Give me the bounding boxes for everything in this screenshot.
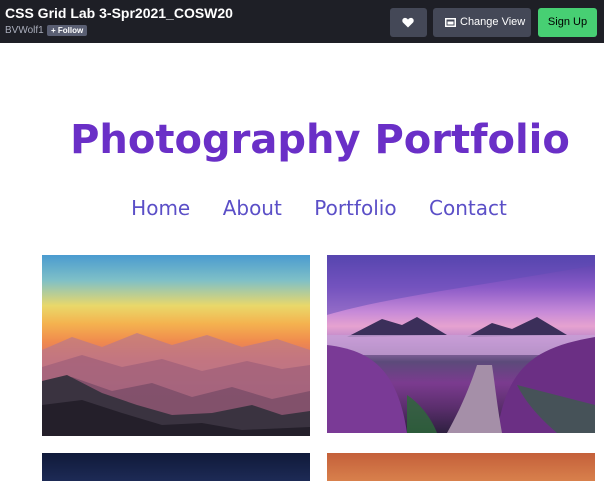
change-view-label: Change View xyxy=(460,16,526,28)
page-title: Photography Portfolio xyxy=(70,117,570,163)
nav-link-contact[interactable]: Contact xyxy=(429,196,507,220)
nav-link-portfolio[interactable]: Portfolio xyxy=(314,196,396,220)
change-view-button[interactable]: Change View xyxy=(433,8,531,37)
lake-lavender-photo xyxy=(327,255,595,433)
mountain-silhouette xyxy=(42,333,310,436)
like-button[interactable] xyxy=(390,8,427,37)
follow-button[interactable]: + Follow xyxy=(47,25,88,36)
layout-icon xyxy=(445,18,456,27)
pen-title: CSS Grid Lab 3-Spr2021_COSW20 xyxy=(5,5,233,21)
signup-button[interactable]: Sign Up xyxy=(538,8,597,37)
main-nav: Home About Portfolio Contact xyxy=(0,196,604,220)
orange-sky-photo xyxy=(327,453,595,481)
mountain-sunset-photo xyxy=(42,255,310,436)
heart-icon xyxy=(402,17,414,28)
nav-link-about[interactable]: About xyxy=(223,196,282,220)
author-name[interactable]: BVWolf1 xyxy=(5,25,44,36)
lake-scene xyxy=(327,255,595,433)
codepen-header: CSS Grid Lab 3-Spr2021_COSW20 BVWolf1 + … xyxy=(0,0,604,43)
night-sky-photo xyxy=(42,453,310,481)
nav-link-home[interactable]: Home xyxy=(131,196,190,220)
